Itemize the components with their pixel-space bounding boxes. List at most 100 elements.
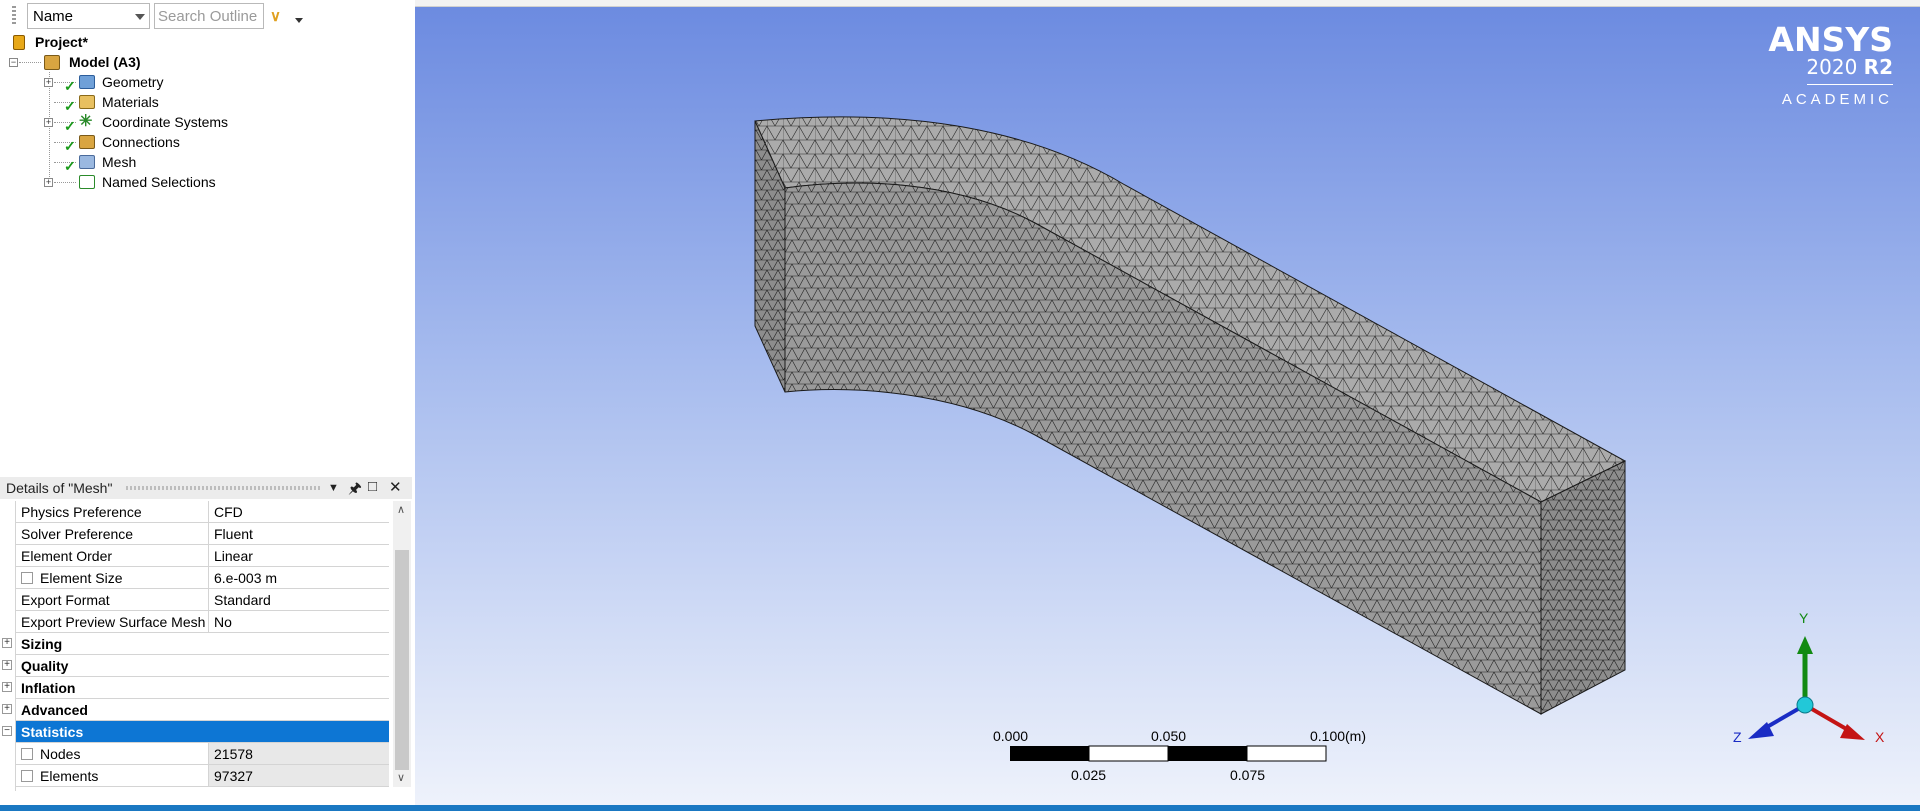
scale-segment-4 (1246, 745, 1327, 762)
triad-x-label: X (1875, 729, 1885, 745)
category-label: Statistics (21, 724, 84, 740)
category-advanced[interactable]: Advanced (16, 699, 389, 721)
scale-segment-3 (1168, 746, 1247, 761)
category-statistics[interactable]: Statistics (16, 721, 389, 743)
triad-origin (1796, 696, 1814, 714)
expand-geometry-icon[interactable]: + (44, 78, 53, 87)
scroll-up-icon[interactable]: ∧ (397, 503, 405, 516)
ansys-version: 2020 R2 (1806, 55, 1893, 79)
toolbar-dropdown-icon[interactable] (295, 18, 303, 23)
details-key: Physics Preference (21, 504, 142, 520)
title-grip[interactable] (126, 486, 320, 490)
materials-icon (79, 95, 95, 109)
scale-segment-1 (1010, 746, 1089, 761)
triad-y-label: Y (1799, 610, 1809, 626)
details-row-element-order[interactable]: Element Order Linear (16, 545, 389, 567)
version-year: 2020 (1806, 55, 1858, 79)
category-inflation[interactable]: Inflation (16, 677, 389, 699)
expand-advanced-icon[interactable]: + (2, 704, 12, 714)
details-key: Element Size (40, 570, 123, 586)
details-row-physics-preference[interactable]: Physics Preference CFD (16, 501, 389, 523)
outline-filter-select[interactable]: Name (27, 3, 150, 29)
tree-connector (54, 182, 76, 183)
mesh-right-face (1540, 460, 1626, 715)
dropdown-icon[interactable]: ▼ (328, 482, 339, 494)
details-value[interactable]: Fluent (214, 526, 253, 542)
details-value[interactable]: Standard (214, 592, 271, 608)
scale-label: 0.025 (1071, 767, 1107, 783)
left-panel: Name Search Outline ∨ Project* − Model (… (0, 0, 415, 811)
expand-sizing-icon[interactable]: + (2, 638, 12, 648)
check-icon: ✓ (64, 158, 76, 174)
details-key: Elements (40, 768, 99, 784)
category-quality[interactable]: Quality (16, 655, 389, 677)
named-selections-icon (79, 175, 95, 189)
details-scrollbar[interactable]: ∧ ∨ (393, 501, 411, 787)
scroll-down-icon[interactable]: ∨ (397, 771, 405, 784)
close-icon[interactable]: ✕ (389, 478, 402, 496)
category-label: Inflation (21, 680, 76, 696)
ansys-logo: ANSYS (1768, 20, 1893, 59)
triad-z-label: Z (1733, 729, 1742, 745)
details-value[interactable]: No (214, 614, 232, 630)
project-label: Project* (35, 34, 88, 50)
details-row-element-size[interactable]: Element Size 6.e-003 m (16, 567, 389, 589)
parameter-checkbox[interactable] (21, 748, 33, 760)
details-row-elements[interactable]: Elements 97327 (16, 765, 389, 787)
category-label: Quality (21, 658, 69, 674)
tree-connector (19, 62, 41, 63)
details-row-export-format[interactable]: Export Format Standard (16, 589, 389, 611)
pin-icon[interactable]: 🖈 (348, 478, 362, 503)
search-outline-input[interactable]: Search Outline (154, 3, 264, 29)
collapse-model-icon[interactable]: − (9, 58, 18, 67)
check-icon: ✓ (64, 118, 76, 134)
details-row-export-preview-surface-mesh[interactable]: Export Preview Surface Mesh No (16, 611, 389, 633)
scale-unit: (m) (1345, 728, 1366, 744)
scroll-thumb[interactable] (395, 550, 409, 770)
expand-coordinate-systems-icon[interactable]: + (44, 118, 53, 127)
details-value[interactable]: CFD (214, 504, 243, 520)
details-row-solver-preference[interactable]: Solver Preference Fluent (16, 523, 389, 545)
expand-quality-icon[interactable]: + (2, 660, 12, 670)
details-value: 97327 (214, 768, 253, 784)
expand-inflation-icon[interactable]: + (2, 682, 12, 692)
tree-item-label: Coordinate Systems (102, 114, 229, 130)
scale-label: 0.000 (993, 728, 1029, 744)
maximize-icon[interactable]: □ (368, 478, 377, 495)
project-icon (13, 35, 25, 50)
model-icon (44, 55, 60, 70)
graphics-viewport[interactable]: ANSYS 2020 R2 ACADEMIC 0.000 0.050 0.100… (415, 0, 1920, 805)
check-icon: ✓ (64, 78, 76, 94)
tree-item-label: Materials (102, 94, 159, 110)
category-label: Advanced (21, 702, 88, 718)
geometry-icon (79, 75, 95, 89)
details-row-nodes[interactable]: Nodes 21578 (16, 743, 389, 765)
toolbar-grip[interactable] (12, 6, 16, 26)
expand-chevron-icon[interactable]: ∨ (270, 7, 281, 25)
column-divider (208, 545, 209, 567)
column-divider (208, 611, 209, 633)
tree-item-label: Geometry (102, 74, 164, 90)
parameter-checkbox[interactable] (21, 770, 33, 782)
chevron-down-icon (135, 14, 145, 20)
column-divider (208, 589, 209, 611)
scale-segment-2 (1088, 745, 1169, 762)
outline-toolbar: Name Search Outline ∨ (0, 0, 415, 32)
details-value[interactable]: 6.e-003 m (214, 570, 277, 586)
model-label: Model (A3) (69, 54, 141, 70)
category-sizing[interactable]: Sizing (16, 633, 389, 655)
details-value: 21578 (214, 746, 253, 762)
tree-item-label: Mesh (102, 154, 137, 170)
details-title: Details of "Mesh" (6, 480, 113, 496)
parameter-checkbox[interactable] (21, 572, 33, 584)
mesh-model[interactable] (415, 0, 1920, 805)
logo-divider (1807, 84, 1893, 85)
details-value[interactable]: Linear (214, 548, 253, 564)
mesh-icon (79, 155, 95, 169)
status-bar (0, 805, 1920, 811)
ansys-edition: ACADEMIC (1781, 91, 1893, 108)
expand-named-selections-icon[interactable]: + (44, 178, 53, 187)
tree-item-label: Named Selections (102, 174, 216, 190)
column-divider (208, 567, 209, 589)
collapse-statistics-icon[interactable]: − (2, 726, 12, 736)
